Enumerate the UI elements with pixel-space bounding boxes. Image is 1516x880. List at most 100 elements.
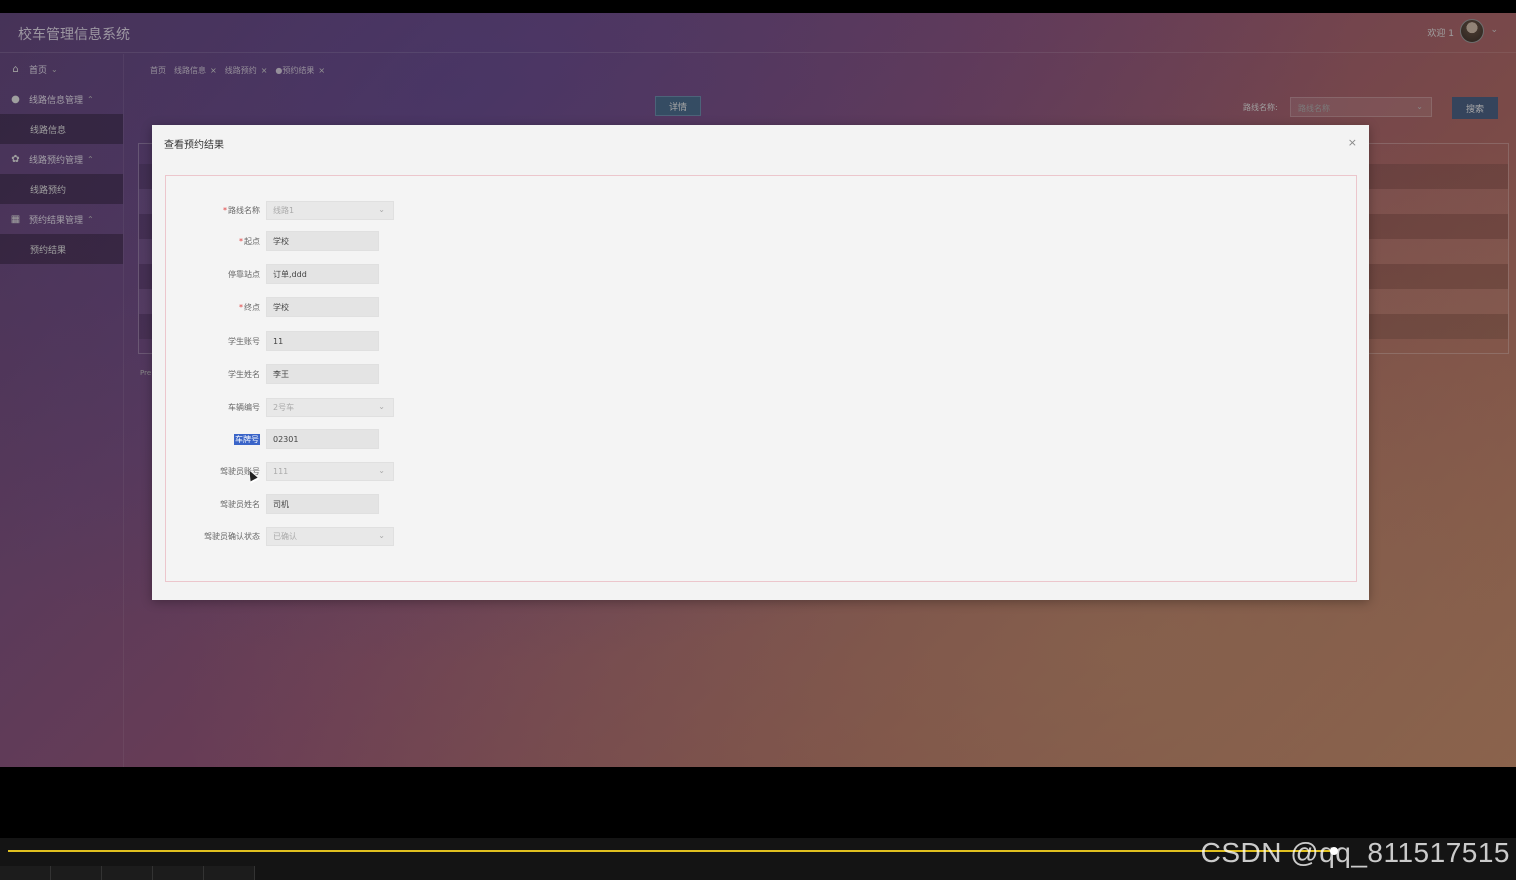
field-input[interactable]: 司机 (266, 494, 379, 514)
dialog-title: 查看预约结果 (164, 140, 224, 151)
sidebar-item-booking-result-mgmt[interactable]: ▦ 预约结果管理 ⌃ (0, 204, 123, 234)
field-label: 车辆编号 (166, 402, 266, 413)
chevron-up-icon: ⌃ (87, 94, 94, 104)
tab-home[interactable]: 首页 (150, 65, 166, 76)
table-icon: ▦ (10, 213, 21, 225)
field-value: 李王 (273, 370, 289, 379)
control-button[interactable] (51, 866, 102, 880)
field-label: 驾驶员姓名 (166, 499, 266, 510)
form-row: 车牌号 02301 (166, 429, 379, 449)
sidebar-item-label: 预约结果管理 (29, 215, 84, 226)
form-row: 驾驶员确认状态 已确认 ⌄ (166, 526, 394, 546)
field-value: 订单,ddd (273, 270, 307, 279)
field-value: 司机 (273, 500, 289, 509)
close-icon[interactable]: × (318, 66, 325, 75)
field-label: 驾驶员确认状态 (166, 531, 266, 542)
chevron-down-icon: ⌄ (378, 530, 385, 540)
form-row: 驾驶员姓名 司机 (166, 494, 379, 514)
field-input[interactable]: 02301 (266, 429, 379, 449)
search-button[interactable]: 搜索 (1452, 97, 1498, 119)
control-button[interactable] (204, 866, 255, 880)
gear-icon: ✿ (11, 153, 20, 165)
detail-button[interactable]: 详情 (655, 96, 701, 116)
tab-label: 线路预约 (224, 66, 257, 75)
control-button[interactable] (0, 866, 51, 880)
field-value: 11 (273, 337, 284, 346)
form-row: *终点 学校 (166, 297, 379, 317)
required-mark: * (239, 236, 243, 246)
field-value: 111 (273, 466, 289, 476)
form-row: 车辆编号 2号车 ⌄ (166, 397, 394, 417)
control-button[interactable] (153, 866, 204, 880)
field-input[interactable]: 11 (266, 331, 379, 351)
field-label-text: 车辆编号 (228, 402, 260, 412)
tab-label: ●预约结果 (275, 66, 315, 75)
sidebar-subitem-route-booking[interactable]: 线路预约 (0, 174, 123, 204)
form-panel: *路线名称 线路1 ⌄ *起点 学校 停靠站点 订单,ddd *终点 学校 学生账号 11 学生姓名李… (165, 175, 1357, 582)
chevron-down-icon: ⌄ (1416, 102, 1423, 111)
form-row: 学生姓名 李王 (166, 364, 379, 384)
field-label: 停靠站点 (166, 269, 266, 280)
watermark: CSDN @qq_811517515 (1200, 837, 1510, 868)
field-label-text: 学生姓名 (228, 369, 260, 379)
form-row: 停靠站点 订单,ddd (166, 264, 379, 284)
field-value: 线路1 (273, 205, 295, 215)
sidebar-item-label: 线路信息管理 (29, 95, 84, 106)
field-input[interactable]: 订单,ddd (266, 264, 379, 284)
sidebar-subitem-route-info[interactable]: 线路信息 (0, 114, 123, 144)
form-row: 驾驶员账号 111 ⌄ (166, 461, 394, 481)
tab-route-info[interactable]: 线路信息 × (174, 65, 217, 76)
tab-booking-result[interactable]: ●预约结果 × (275, 65, 325, 76)
chevron-down-icon: ⌄ (378, 401, 385, 411)
chevron-up-icon: ⌃ (87, 214, 94, 224)
sidebar-item-label: 首页 (29, 65, 48, 76)
field-label: 学生账号 (166, 336, 266, 347)
field-label-text: 终点 (244, 302, 260, 312)
chevron-down-icon: ⌄ (378, 204, 385, 214)
check-circle-icon: ● (11, 93, 20, 105)
pagination-prev[interactable]: Pre (140, 369, 151, 377)
field-label-text: 起点 (244, 236, 260, 246)
field-label-text: 驾驶员确认状态 (204, 531, 260, 541)
form-row: *起点 学校 (166, 231, 379, 251)
route-name-search-select[interactable]: 路线名称 ⌄ (1290, 97, 1432, 117)
app-title: 校车管理信息系统 (18, 27, 130, 43)
field-value: 学校 (273, 237, 289, 246)
close-icon[interactable]: × (210, 66, 217, 75)
field-label-text: 车牌号 (234, 433, 260, 445)
control-button[interactable] (102, 866, 153, 880)
sidebar-subitem-booking-result[interactable]: 预约结果 (0, 234, 123, 264)
field-label-text: 学生账号 (228, 336, 260, 346)
field-label: *起点 (166, 236, 266, 247)
field-input[interactable]: 李王 (266, 364, 379, 384)
chevron-down-icon[interactable]: ⌄ (1490, 25, 1498, 35)
chevron-down-icon: ⌄ (378, 465, 385, 475)
top-bar: 校车管理信息系统 欢迎 1 ⌄ (0, 13, 1516, 53)
sidebar-item-home[interactable]: ⌂ 首页 ⌄ (0, 54, 123, 84)
field-select[interactable]: 线路1 ⌄ (266, 200, 394, 220)
field-label: *终点 (166, 302, 266, 313)
avatar[interactable] (1460, 19, 1484, 43)
field-input[interactable]: 学校 (266, 231, 379, 251)
field-label: 车牌号 (166, 433, 266, 445)
field-value: 学校 (273, 303, 289, 312)
tab-route-booking[interactable]: 线路预约 × (225, 65, 268, 76)
required-mark: * (223, 205, 227, 215)
field-select[interactable]: 已确认 ⌄ (266, 526, 394, 546)
chevron-up-icon: ⌃ (87, 154, 94, 164)
search-label: 路线名称: (1243, 103, 1278, 112)
field-value: 2号车 (273, 402, 295, 412)
video-progress-bar[interactable] (8, 850, 1334, 852)
sidebar-item-route-booking-mgmt[interactable]: ✿ 线路预约管理 ⌃ (0, 144, 123, 174)
sidebar-item-route-info-mgmt[interactable]: ● 线路信息管理 ⌃ (0, 84, 123, 114)
close-icon[interactable]: × (261, 66, 268, 75)
field-select[interactable]: 2号车 ⌄ (266, 397, 394, 417)
field-input[interactable]: 学校 (266, 297, 379, 317)
field-label: *路线名称 (166, 205, 266, 216)
app-viewport: 校车管理信息系统 欢迎 1 ⌄ ⌂ 首页 ⌄ ● 线路信息管理 ⌃ 线路信息 ✿… (0, 13, 1516, 767)
field-select[interactable]: 111 ⌄ (266, 461, 394, 481)
field-value: 已确认 (273, 531, 297, 541)
close-icon[interactable]: × (1348, 136, 1357, 149)
home-icon: ⌂ (12, 63, 19, 75)
field-value: 02301 (273, 435, 299, 444)
